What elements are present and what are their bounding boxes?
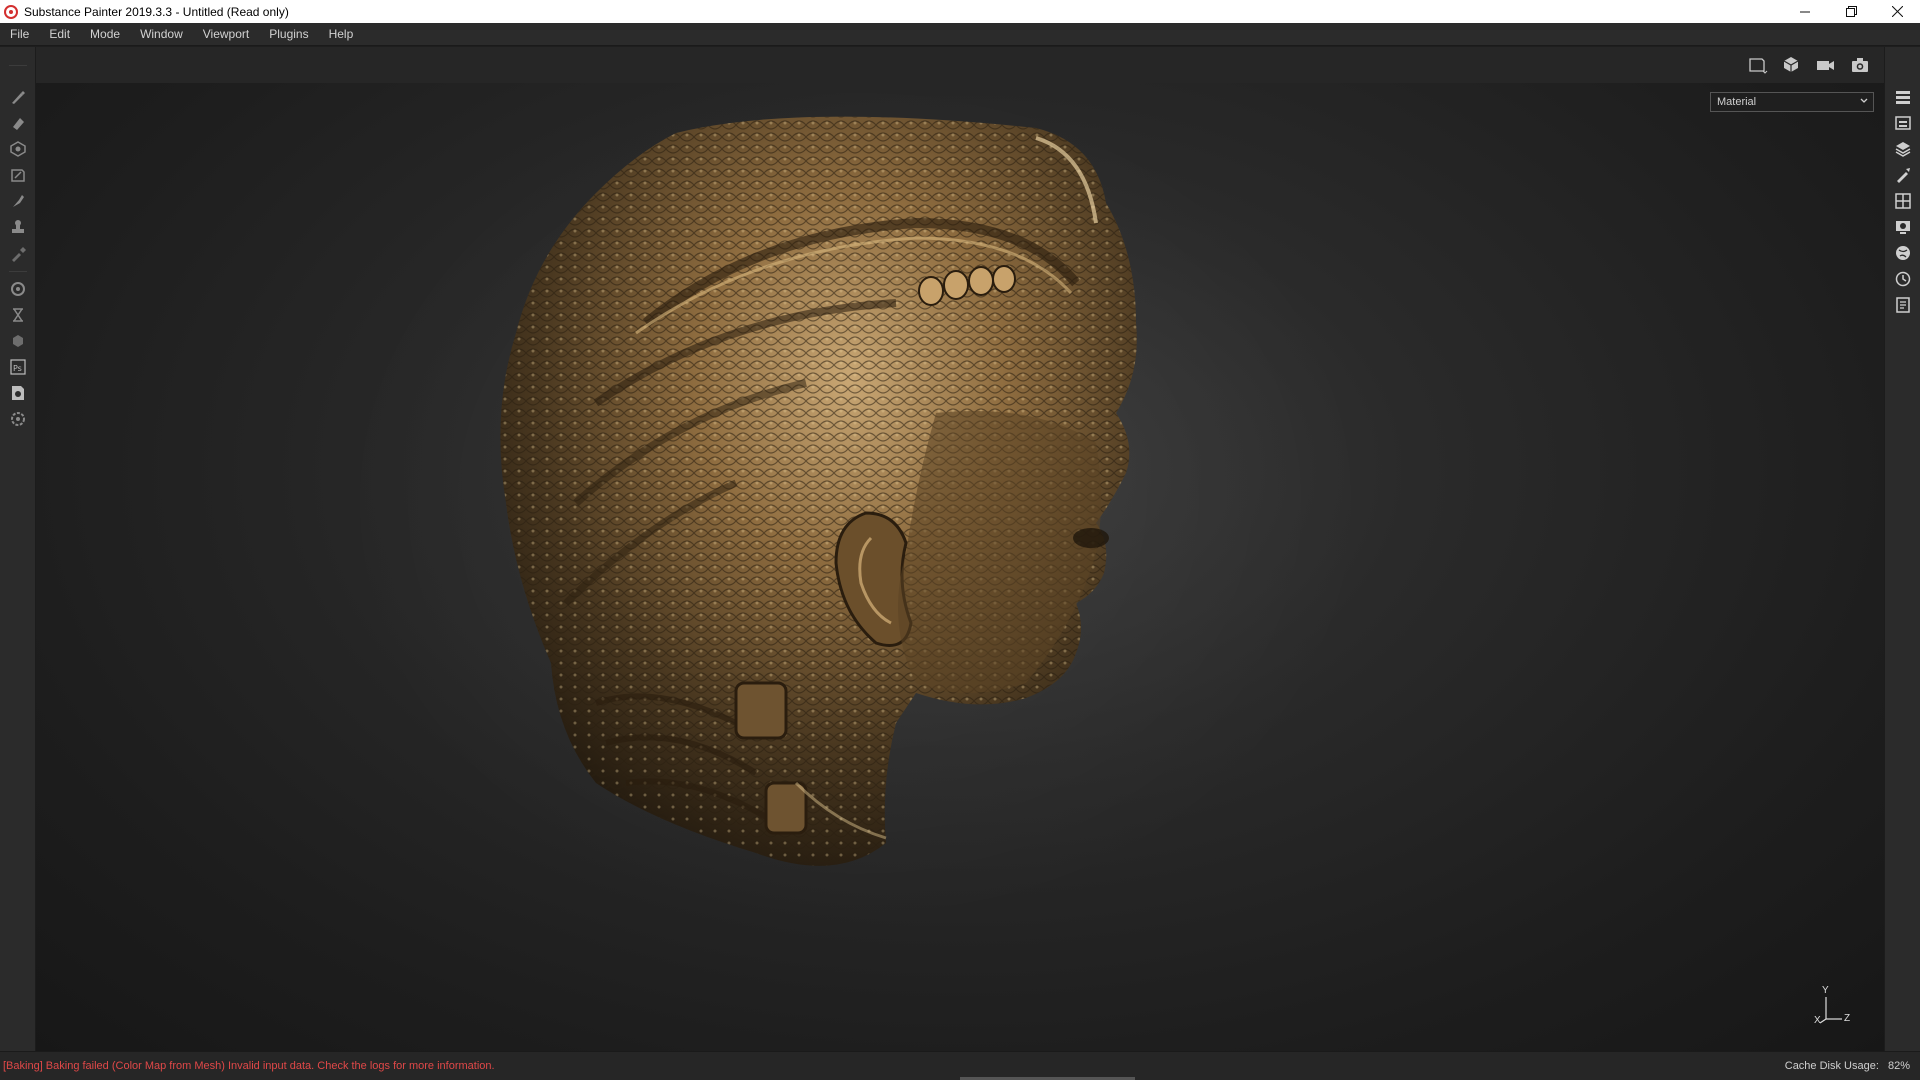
axis-z-label: Z (1844, 1013, 1851, 1024)
toolbar-divider (9, 65, 27, 66)
close-button[interactable] (1874, 0, 1920, 23)
menu-plugins[interactable]: Plugins (263, 23, 316, 46)
axis-gizmo: Y X Z (1812, 985, 1856, 1029)
restore-icon (1845, 6, 1857, 17)
chevron-down-icon (1860, 98, 1868, 103)
cache-disk-usage: Cache Disk Usage: 82% (1785, 1060, 1910, 1072)
export-icon[interactable] (6, 303, 30, 327)
clone-stamp-icon[interactable] (6, 215, 30, 239)
layers-icon[interactable] (1891, 137, 1915, 161)
paint-brush-icon[interactable] (6, 85, 30, 109)
svg-text:Ps: Ps (13, 364, 22, 373)
history-icon[interactable] (1891, 267, 1915, 291)
close-icon (1891, 6, 1903, 17)
log-icon[interactable] (1891, 293, 1915, 317)
menu-mode[interactable]: Mode (84, 23, 128, 46)
cache-disk-usage-label: Cache Disk Usage: (1784, 1060, 1879, 1072)
viewport-mode-dropdown[interactable]: Material (1710, 92, 1874, 112)
menu-help[interactable]: Help (323, 23, 362, 46)
menu-viewport[interactable]: Viewport (197, 23, 257, 46)
texture-set-settings-icon[interactable] (1891, 111, 1915, 135)
panels-toolbar (1884, 47, 1920, 1051)
shelf-icon[interactable] (1891, 189, 1915, 213)
toolbar-divider (9, 271, 27, 272)
title-bar: Substance Painter 2019.3.3 - Untitled (R… (0, 0, 1920, 23)
window-title: Substance Painter 2019.3.3 - Untitled (R… (24, 4, 289, 19)
viewer-settings-icon[interactable] (1891, 215, 1915, 239)
2d-view-icon[interactable] (1746, 53, 1770, 77)
3d-view-icon[interactable] (1780, 53, 1804, 77)
bake-settings-icon[interactable] (6, 277, 30, 301)
texture-set-list-icon[interactable] (1891, 85, 1915, 109)
minimize-button[interactable] (1782, 0, 1828, 23)
camera-icon[interactable] (1814, 53, 1838, 77)
eraser-icon[interactable] (6, 111, 30, 135)
axis-y-label: Y (1822, 985, 1829, 996)
substance-painter-window: Substance Painter 2019.3.3 - Untitled (R… (0, 0, 1920, 1080)
menu-file[interactable]: File (4, 23, 37, 46)
projection-icon[interactable] (6, 137, 30, 161)
environment-icon[interactable] (1891, 241, 1915, 265)
cache-disk-usage-value: 82% (1887, 1060, 1910, 1072)
3d-viewport[interactable]: Material Y X Z (36, 83, 1884, 1051)
substance-source-icon[interactable] (6, 381, 30, 405)
properties-icon[interactable] (1891, 163, 1915, 187)
baking-error-message[interactable]: [Baking] Baking failed (Color Map from M… (3, 1060, 495, 1072)
sculpted-head-model (336, 83, 1376, 933)
minimize-icon (1800, 11, 1810, 12)
status-bar: [Baking] Baking failed (Color Map from M… (0, 1051, 1920, 1080)
polygon-fill-icon[interactable] (6, 163, 30, 187)
plugin-settings-icon[interactable] (6, 407, 30, 431)
smudge-icon[interactable] (6, 189, 30, 213)
screenshot-icon[interactable] (1848, 53, 1872, 77)
display-settings-icon[interactable] (6, 329, 30, 353)
restore-button[interactable] (1828, 0, 1874, 23)
photoshop-icon[interactable]: Ps (6, 355, 30, 379)
menu-window[interactable]: Window (134, 23, 191, 46)
substance-logo-icon (4, 4, 18, 19)
menu-edit[interactable]: Edit (43, 23, 78, 46)
viewport-mode-value: Material (1717, 96, 1757, 108)
axis-x-label: X (1814, 1015, 1821, 1026)
menu-bar: File Edit Mode Window Viewport Plugins H… (0, 23, 1920, 46)
viewport-toolbar (36, 47, 1884, 83)
color-picker-icon[interactable] (6, 241, 30, 265)
tools-toolbar: Ps (0, 47, 36, 1051)
